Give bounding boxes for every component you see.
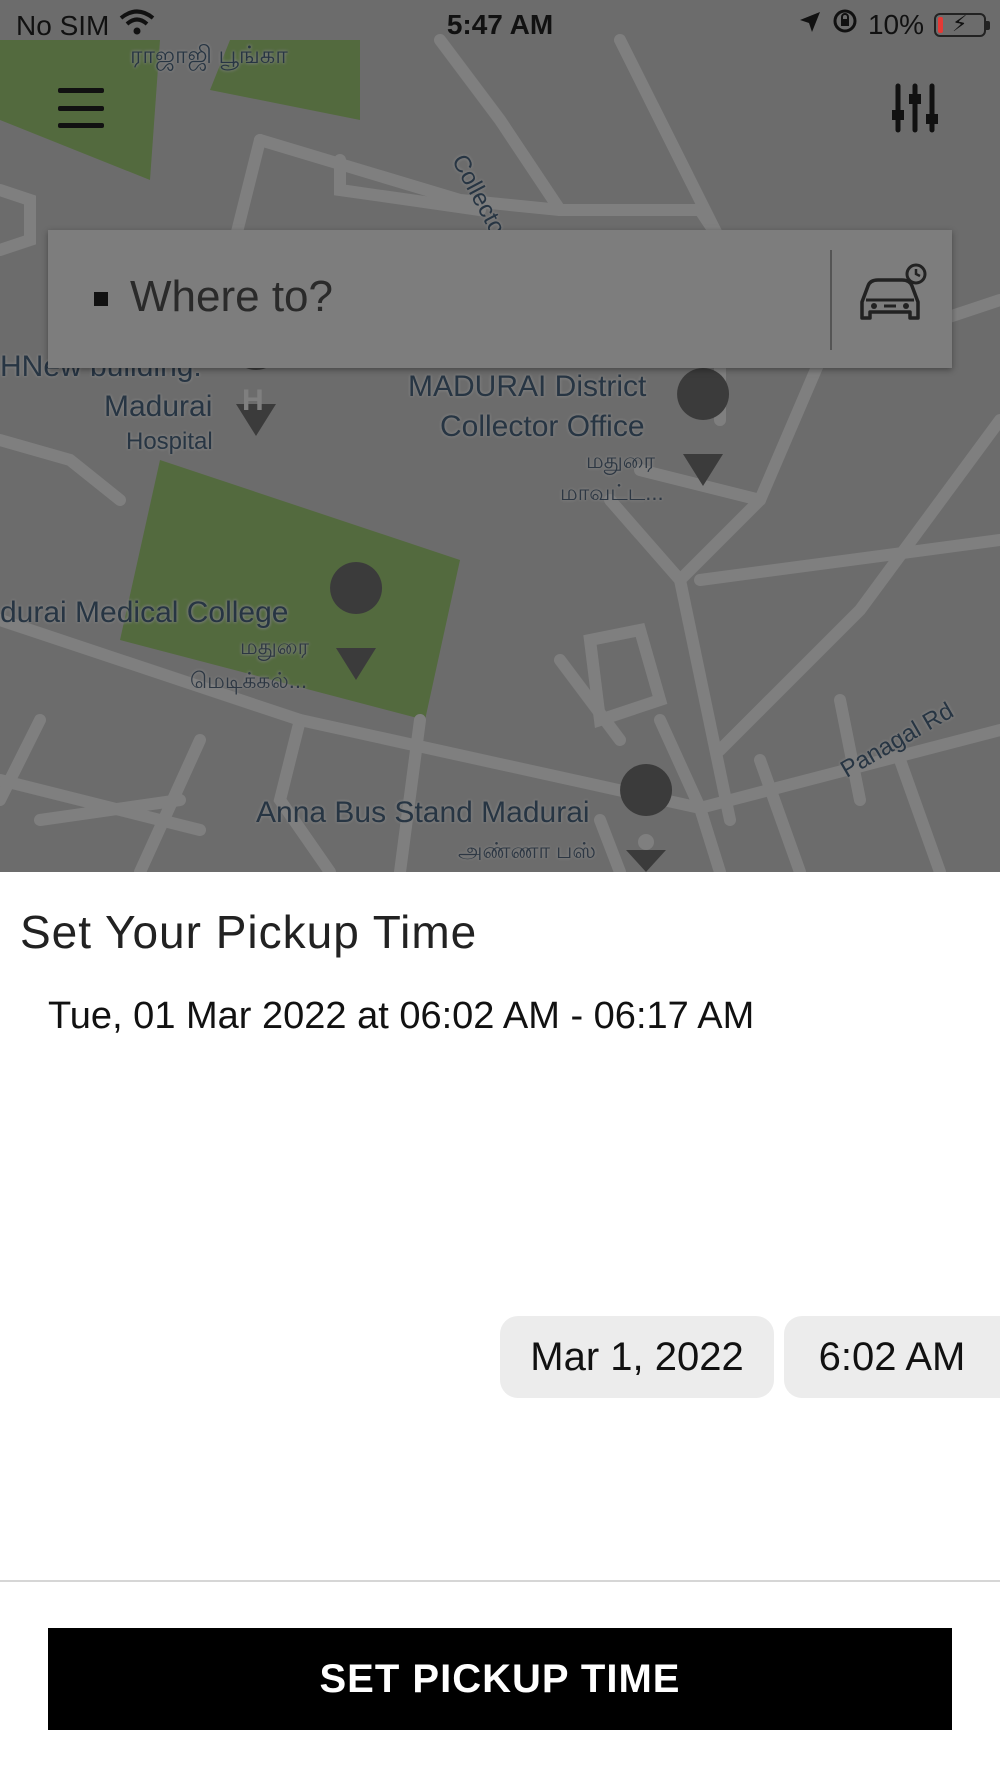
map-overlay [0, 0, 1000, 872]
hamburger-menu-icon[interactable] [58, 88, 104, 128]
set-pickup-time-button[interactable]: SET PICKUP TIME [48, 1628, 952, 1730]
sheet-title: Set Your Pickup Time [20, 906, 478, 958]
location-arrow-icon [798, 9, 822, 41]
sliders-icon[interactable] [890, 82, 940, 134]
time-picker[interactable]: 6:02 AM [784, 1316, 1000, 1398]
battery-charging-icon: ⚡ [934, 11, 990, 37]
destination-square-icon [94, 292, 108, 306]
car-clock-icon[interactable] [856, 262, 928, 326]
rotation-lock-icon [832, 8, 858, 41]
where-to-search[interactable]: Where to? [48, 230, 952, 368]
search-divider [830, 250, 832, 350]
battery-percent: 10% [867, 8, 924, 40]
date-picker[interactable]: Mar 1, 2022 [500, 1316, 774, 1398]
status-bar: No SIM 5:47 AM 10% ⚡ [0, 0, 1000, 48]
map-view[interactable]: H ராஜாஜி பூங்கா Collector O HNew buildin… [0, 0, 1000, 872]
sheet-divider [0, 1580, 1000, 1582]
pickup-time-range: Tue, 01 Mar 2022 at 06:02 AM - 06:17 AM [48, 995, 755, 1037]
search-placeholder[interactable]: Where to? [130, 272, 333, 322]
